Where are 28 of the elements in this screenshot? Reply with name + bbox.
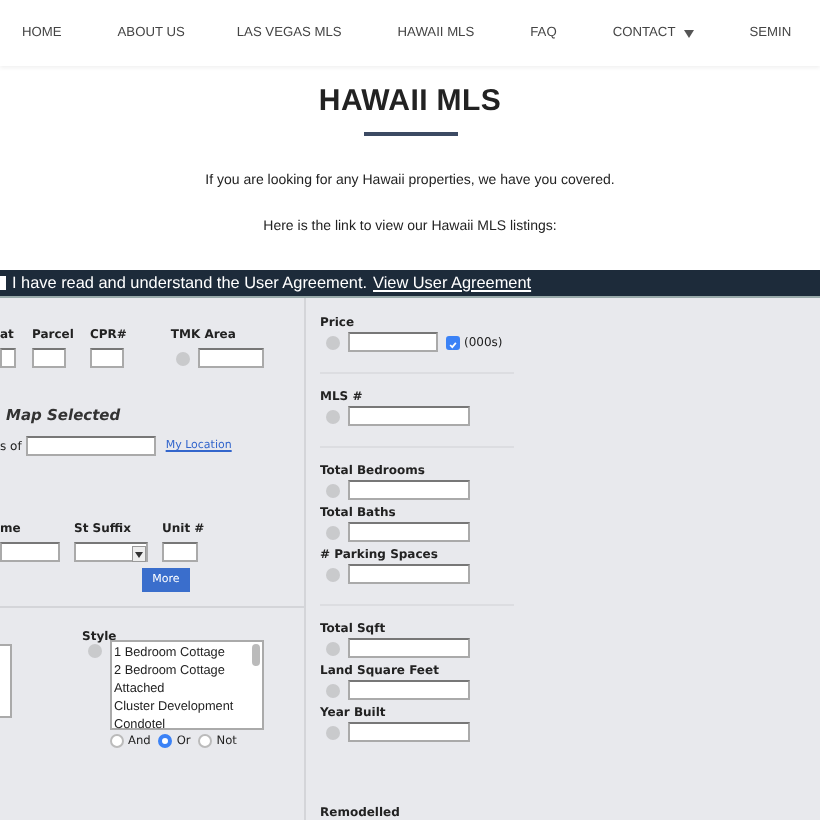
scrollbar[interactable] (252, 644, 260, 666)
input-field[interactable] (348, 564, 470, 584)
input-field[interactable] (348, 522, 470, 542)
input-field[interactable] (348, 680, 470, 700)
input-field[interactable] (348, 722, 470, 742)
input-field[interactable] (348, 480, 470, 500)
input-field[interactable] (25, 436, 156, 456)
radio-button[interactable] (110, 734, 124, 748)
page-heading: HAWAII MLS (316, 84, 504, 119)
caret-icon (132, 545, 146, 561)
radio-button[interactable] (158, 734, 173, 748)
caret-icon (683, 29, 694, 38)
agreement-checkbox[interactable] (0, 275, 6, 290)
radio-button[interactable] (198, 734, 213, 748)
input-field[interactable] (32, 348, 66, 368)
list-box[interactable] (0, 644, 12, 718)
input-field[interactable] (198, 348, 265, 368)
input-field[interactable] (0, 348, 16, 368)
checkbox[interactable] (446, 335, 460, 349)
input-field[interactable] (162, 542, 198, 562)
agreement-text: I have read and understand the User Agreement. (12, 273, 368, 292)
input-field[interactable] (348, 638, 470, 658)
input-field[interactable] (0, 542, 60, 562)
user-agreement-link[interactable]: View User Agreement (373, 273, 532, 292)
input-field[interactable] (348, 406, 470, 426)
select-field[interactable] (74, 542, 148, 562)
input-field[interactable] (348, 332, 438, 352)
input-field[interactable] (89, 348, 124, 368)
